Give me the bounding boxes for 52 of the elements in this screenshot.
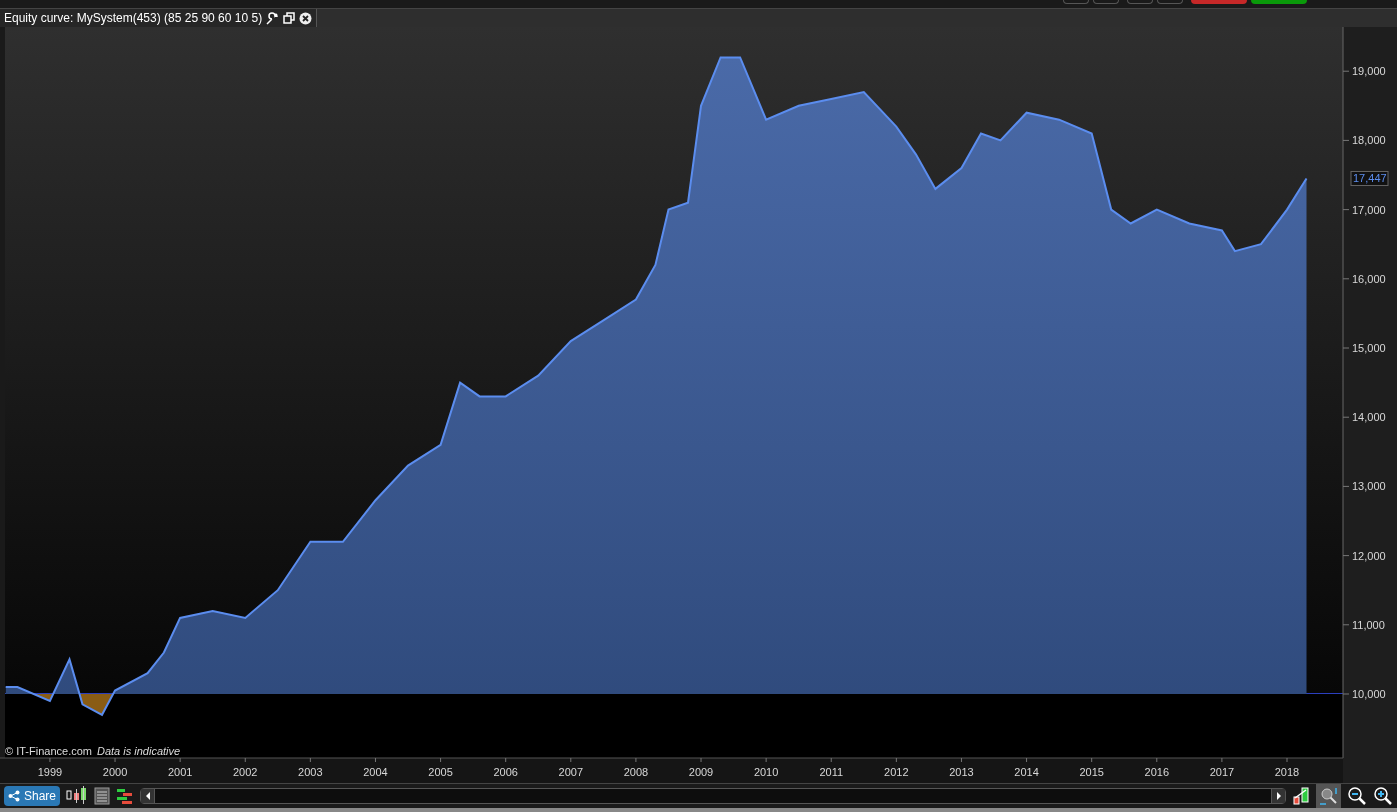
x-axis-label: 2017 [1209,766,1235,778]
zoom-out-icon[interactable] [1347,786,1367,806]
y-axis-label: 18,000 [1352,134,1386,147]
x-axis-label: 2015 [1079,766,1104,778]
x-axis-label: 2001 [167,766,193,778]
y-axis-label: 15,000 [1352,342,1386,354]
y-axis-label: 11,000 [1352,618,1385,631]
x-axis-label: 2013 [949,766,974,778]
x-axis-label: 2012 [884,766,909,778]
candlestick-link-icon[interactable] [1292,786,1310,806]
x-axis-label: 1999 [37,766,63,778]
x-axis-label: 2009 [688,766,714,778]
share-icon [8,790,20,802]
x-axis-label: 2002 [233,766,258,778]
scrollbar[interactable] [140,788,1286,804]
restore-icon[interactable] [283,12,296,24]
x-axis-label: 2004 [363,766,388,778]
x-axis-label: 2008 [623,766,649,778]
window-title: Equity curve: MySystem(453) (85 25 90 60 10 5) [4,10,263,27]
auto-zoom-button[interactable] [1316,784,1341,808]
y-axis-label: 13,000 [1352,480,1386,493]
y-axis-label: 16,000 [1352,272,1386,285]
x-axis-label: 2000 [102,766,128,778]
x-axis-label: 2003 [298,766,323,778]
y-axis-label: 12,000 [1352,549,1386,562]
x-axis-label: 2010 [753,766,779,778]
list-icon[interactable] [94,787,111,805]
y-axis-label: 19,000 [1352,65,1386,78]
magnifier-arrows-icon [1318,786,1339,806]
last-value-label: 17,447 [1350,170,1389,186]
bars-icon[interactable] [116,787,135,805]
scroll-left-button[interactable] [141,789,156,803]
x-axis-label: 2006 [493,766,518,778]
x-axis-label: 2011 [819,766,844,778]
y-axis-label: 17,000 [1352,203,1386,216]
x-axis-label: 2005 [428,766,453,778]
buy-button[interactable] [1251,0,1307,4]
sell-button[interactable] [1191,0,1247,4]
chart-title-tab[interactable]: Equity curve: MySystem(453) (85 25 90 60 10 5) [0,9,318,27]
candlestick-icon[interactable] [66,786,89,806]
scroll-right-button[interactable] [1271,789,1285,803]
x-axis-label: 2007 [558,766,584,778]
close-icon[interactable] [299,11,313,25]
y-axis-label: 14,000 [1352,411,1386,424]
x-axis-label: 2016 [1144,766,1170,778]
x-axis-label: 2014 [1014,766,1039,778]
y-axis-label: 10,000 [1352,688,1386,700]
copyright-text: © IT-Finance.com [5,744,92,759]
zoom-in-icon[interactable] [1373,786,1393,806]
share-button[interactable]: Share [4,786,61,806]
disclaimer-text: Data is indicative [96,744,181,759]
x-axis-label: 2018 [1274,766,1300,778]
